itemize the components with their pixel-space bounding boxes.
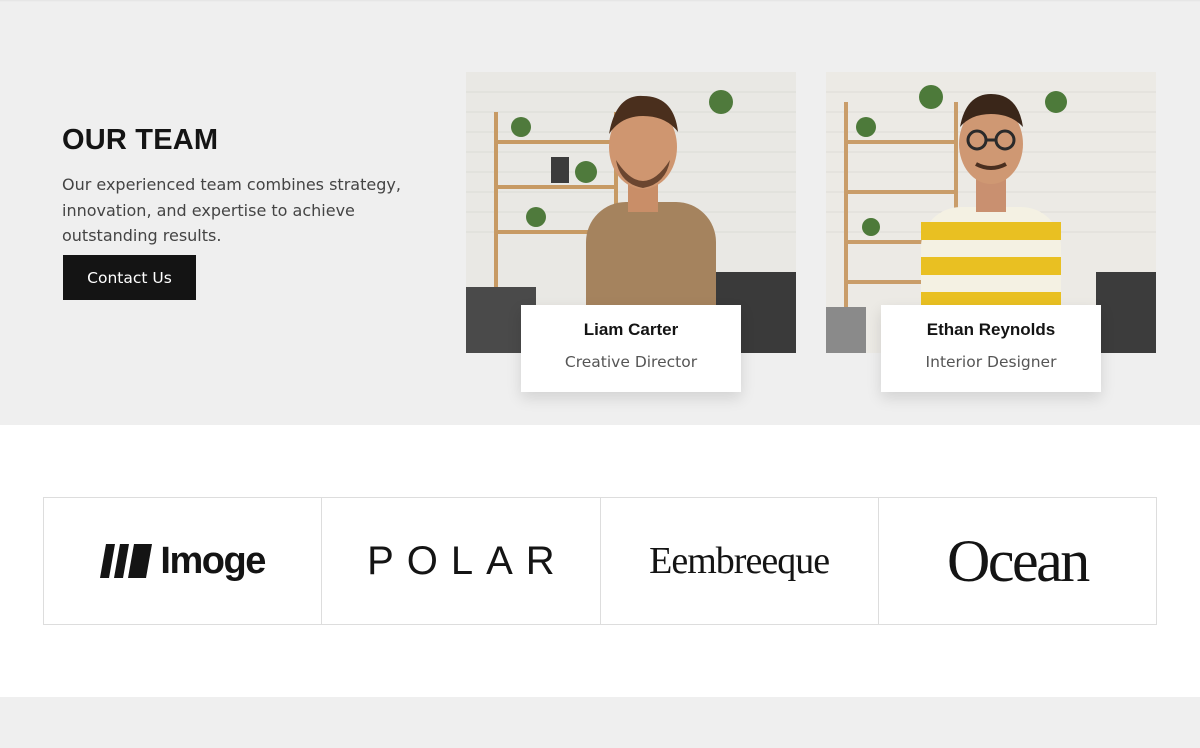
team-member-card[interactable]: Liam Carter Creative Director [466, 72, 796, 392]
team-member-role: Interior Designer [925, 353, 1057, 371]
polar-logo: POLAR [367, 538, 568, 583]
top-divider [0, 0, 1200, 2]
team-member-role: Creative Director [564, 353, 698, 371]
team-member-name: Ethan Reynolds [926, 320, 1056, 339]
imoge-mark-icon [100, 544, 153, 578]
imoge-logo-text: Imoge [160, 539, 266, 582]
logo-cell-polar: POLAR [322, 498, 601, 624]
ocean-logo: Ocean [947, 527, 1090, 594]
logo-cell-imoge: Imoge [44, 498, 323, 624]
contact-us-button[interactable]: Contact Us [63, 255, 196, 300]
eembreeque-logo: Eembreeque [649, 540, 830, 582]
next-section-band [0, 697, 1200, 748]
team-member-info: Ethan Reynolds Interior Designer [881, 305, 1101, 392]
logo-cell-ocean: Ocean [879, 498, 1156, 624]
team-member-card[interactable]: Ethan Reynolds Interior Designer [826, 72, 1156, 392]
client-logos: Imoge POLAR Eembreeque Ocean [43, 497, 1157, 625]
team-intro: OUR TEAM Our experienced team combines s… [62, 124, 422, 249]
logo-cell-eembreeque: Eembreeque [601, 498, 879, 624]
team-member-info: Liam Carter Creative Director [521, 305, 741, 392]
imoge-logo: Imoge [100, 539, 266, 583]
section-description: Our experienced team combines strategy, … [62, 175, 401, 245]
team-section: OUR TEAM Our experienced team combines s… [0, 0, 1200, 425]
team-member-name: Liam Carter [583, 320, 679, 339]
section-title: OUR TEAM [62, 124, 219, 156]
